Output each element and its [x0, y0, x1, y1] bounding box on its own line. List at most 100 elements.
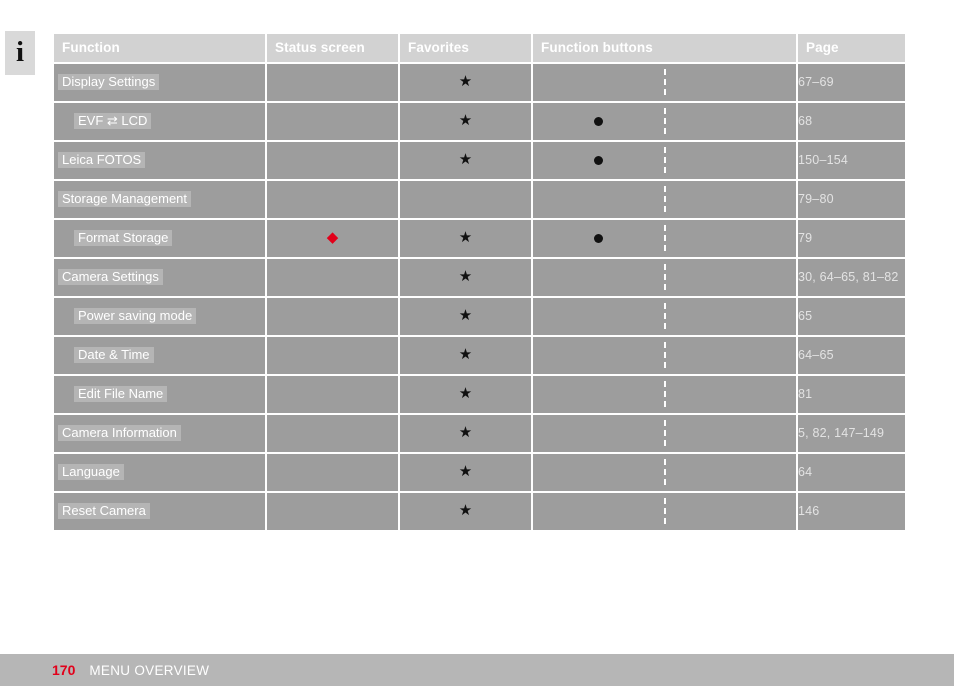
function-buttons-cell	[533, 64, 796, 101]
star-marker-icon: ★	[458, 502, 473, 519]
function-button-right-half	[665, 420, 797, 446]
favorites-cell: ★	[400, 220, 531, 257]
function-name-cell: Edit File Name	[54, 376, 265, 413]
function-name-label: Display Settings	[58, 74, 160, 90]
table-row: Date & Time ★ 64–65	[54, 337, 905, 374]
dot-marker-icon	[594, 233, 604, 243]
function-buttons-cell	[533, 181, 796, 218]
function-button-left-half	[533, 303, 665, 329]
table-row: EVF ⇄ LCD ★ 68	[54, 103, 905, 140]
star-marker-icon: ★	[458, 151, 473, 168]
dot-marker-icon	[594, 155, 604, 165]
favorites-cell: ★	[400, 142, 531, 179]
function-buttons-dashed-divider	[663, 147, 666, 173]
function-button-right-half	[665, 147, 797, 173]
table-row: Leica FOTOS ★ 150–154	[54, 142, 905, 179]
function-button-left-half	[533, 342, 665, 368]
column-header-page: Page	[798, 34, 905, 62]
function-buttons-cell	[533, 220, 796, 257]
function-buttons-dashed-divider	[663, 498, 666, 524]
page-reference-cell: 81	[798, 376, 905, 413]
table-row: Camera Settings ★ 30, 64–65, 81–82	[54, 259, 905, 296]
function-buttons-cell	[533, 376, 796, 413]
table-row: Edit File Name ★ 81	[54, 376, 905, 413]
function-buttons-cell	[533, 259, 796, 296]
column-header-function-buttons: Function buttons	[533, 34, 796, 62]
diamond-marker-icon: ◆	[326, 229, 339, 246]
function-buttons-dashed-divider	[663, 108, 666, 134]
function-button-left-half	[533, 225, 665, 251]
favorites-cell: ★	[400, 298, 531, 335]
status-screen-cell	[267, 64, 398, 101]
function-button-left-half	[533, 69, 665, 95]
table-body: Display Settings ★ 67–69 EVF ⇄ LCD ★ 68 Leica …	[54, 64, 905, 530]
function-button-left-half	[533, 186, 665, 212]
page-reference-cell: 67–69	[798, 64, 905, 101]
page-reference-cell: 150–154	[798, 142, 905, 179]
table-header-row: Function Status screen Favorites Functio…	[54, 34, 905, 62]
function-name-cell: Language	[54, 454, 265, 491]
function-button-left-half	[533, 498, 665, 524]
page-reference-cell: 65	[798, 298, 905, 335]
star-marker-icon: ★	[458, 73, 473, 90]
page-reference-cell: 146	[798, 493, 905, 530]
star-marker-icon: ★	[458, 307, 473, 324]
function-buttons-cell	[533, 103, 796, 140]
function-name-cell: Date & Time	[54, 337, 265, 374]
function-buttons-dashed-divider	[663, 69, 666, 95]
status-screen-cell	[267, 493, 398, 530]
function-buttons-dashed-divider	[663, 381, 666, 407]
function-button-left-half	[533, 147, 665, 173]
favorites-cell	[400, 181, 531, 218]
function-buttons-cell	[533, 337, 796, 374]
favorites-cell: ★	[400, 259, 531, 296]
star-marker-icon: ★	[458, 385, 473, 402]
table-row: Power saving mode ★ 65	[54, 298, 905, 335]
table-row: Language ★ 64	[54, 454, 905, 491]
status-screen-cell	[267, 103, 398, 140]
table-row: Reset Camera ★ 146	[54, 493, 905, 530]
star-marker-icon: ★	[458, 229, 473, 246]
status-screen-cell	[267, 259, 398, 296]
function-name-label: Edit File Name	[74, 386, 168, 402]
status-screen-cell	[267, 142, 398, 179]
column-header-favorites: Favorites	[400, 34, 531, 62]
dot-marker-icon	[594, 116, 604, 126]
function-buttons-cell	[533, 454, 796, 491]
function-button-left-half	[533, 420, 665, 446]
function-name-cell: EVF ⇄ LCD	[54, 103, 265, 140]
column-header-status-screen: Status screen	[267, 34, 398, 62]
footer-page-number: 170	[52, 662, 76, 678]
function-button-left-half	[533, 459, 665, 485]
function-button-right-half	[665, 69, 797, 95]
status-screen-cell	[267, 376, 398, 413]
function-button-left-half	[533, 264, 665, 290]
star-marker-icon: ★	[458, 424, 473, 441]
function-buttons-cell	[533, 298, 796, 335]
page-reference-cell: 64–65	[798, 337, 905, 374]
table-row: Camera Information ★ 5, 82, 147–149	[54, 415, 905, 452]
function-button-right-half	[665, 381, 797, 407]
favorites-cell: ★	[400, 493, 531, 530]
favorites-cell: ★	[400, 337, 531, 374]
star-marker-icon: ★	[458, 463, 473, 480]
function-buttons-cell	[533, 142, 796, 179]
table-row: Display Settings ★ 67–69	[54, 64, 905, 101]
function-button-left-half	[533, 108, 665, 134]
page-reference-cell: 79	[798, 220, 905, 257]
function-buttons-dashed-divider	[663, 303, 666, 329]
function-name-cell: Reset Camera	[54, 493, 265, 530]
footer-section-title: MENU OVERVIEW	[89, 662, 210, 678]
function-button-right-half	[665, 264, 797, 290]
favorites-cell: ★	[400, 454, 531, 491]
page-reference-cell: 64	[798, 454, 905, 491]
function-name-label: Camera Settings	[58, 269, 163, 285]
star-marker-icon: ★	[458, 346, 473, 363]
function-buttons-dashed-divider	[663, 342, 666, 368]
function-button-right-half	[665, 186, 797, 212]
favorites-cell: ★	[400, 103, 531, 140]
page-reference-cell: 30, 64–65, 81–82	[798, 259, 905, 296]
function-button-right-half	[665, 498, 797, 524]
status-screen-cell	[267, 181, 398, 218]
function-button-right-half	[665, 303, 797, 329]
